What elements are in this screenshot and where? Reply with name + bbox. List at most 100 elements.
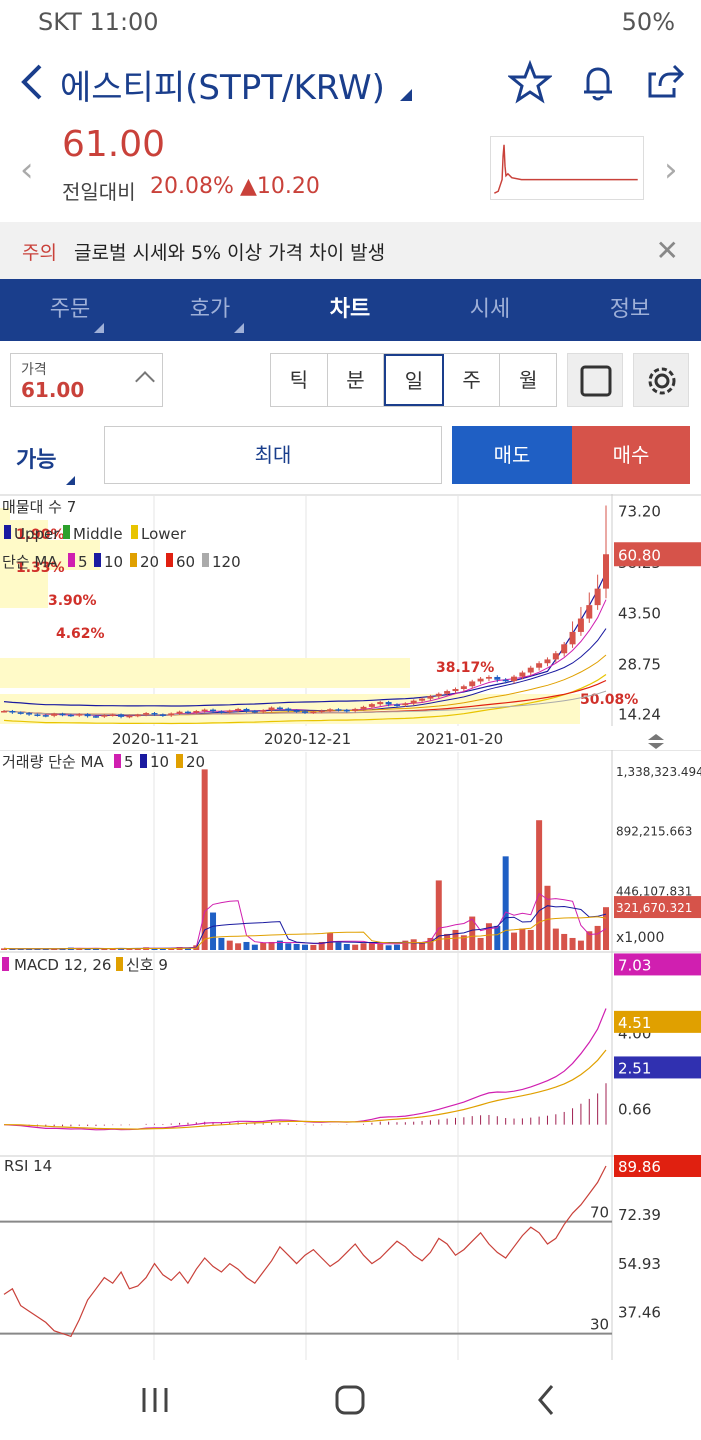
volume-bar	[536, 820, 543, 950]
candle-body	[402, 703, 409, 706]
bell-icon[interactable]	[576, 60, 620, 104]
home-button[interactable]	[325, 1380, 375, 1420]
profile-label: 3.90%	[48, 593, 97, 609]
price-y-tick: 73.20	[618, 503, 661, 521]
volume-profile-band	[0, 658, 410, 688]
sell-button[interactable]: 매도	[452, 426, 572, 484]
legend-bollinger-item: Upper	[14, 525, 60, 543]
candle-body	[494, 676, 501, 680]
legend-bollinger-item: Middle	[73, 525, 123, 543]
buy-button[interactable]: 매수	[572, 426, 690, 484]
volume-y-tick: 892,215.663	[616, 825, 692, 839]
volume-bar	[594, 925, 601, 950]
legend-ma-title: 단순 MA	[2, 553, 58, 571]
candle-body	[368, 704, 375, 707]
next-coin-icon[interactable]: ›	[664, 150, 678, 190]
candle-body	[251, 711, 258, 713]
chart-controls: 가격 61.00 틱 분 일 주 월	[0, 341, 701, 416]
legend-ma-item: 120	[212, 553, 241, 571]
close-icon[interactable]: ✕	[656, 234, 679, 267]
volume-bar	[377, 943, 384, 950]
period-tick-button[interactable]: 틱	[271, 354, 328, 406]
legend-ma-item: 20	[140, 553, 159, 571]
tab-info-label: 정보	[609, 297, 651, 322]
date-x-label: 2020-11-21	[112, 730, 199, 748]
candle-body	[193, 711, 200, 713]
volume-bar	[410, 939, 417, 950]
prev-coin-icon[interactable]: ‹	[20, 150, 34, 190]
candle-body	[569, 631, 576, 645]
volume-bar	[502, 856, 509, 950]
candle-body	[327, 709, 334, 711]
chevron-left-icon	[21, 64, 42, 100]
period-month-button[interactable]: 월	[500, 354, 556, 406]
candle-body	[561, 644, 568, 654]
square-icon	[580, 365, 612, 397]
tab-info[interactable]: 정보	[560, 279, 700, 341]
volume-bar	[385, 945, 392, 950]
legend-swatch	[2, 957, 9, 971]
volume-bar	[360, 943, 367, 950]
volume-bar	[335, 942, 342, 950]
candle-body	[544, 659, 551, 664]
macd-signal-legend: 신호 9	[126, 956, 168, 974]
period-minute-button[interactable]: 분	[328, 354, 385, 406]
status-battery: 50%	[621, 8, 675, 36]
macd-value-tag-label: 2.51	[618, 1059, 651, 1077]
coin-title[interactable]: 에스티피(STPT/KRW)	[60, 60, 412, 109]
volume-bar	[519, 928, 526, 950]
order-bar: 가능 최대 매도 매수	[0, 416, 701, 494]
candle-body	[335, 709, 342, 711]
status-bar: SKT 11:00 50%	[0, 0, 701, 46]
candle-body	[59, 713, 66, 716]
volume-bar	[569, 937, 576, 950]
profile-label: 4.62%	[56, 626, 105, 642]
back-button[interactable]	[14, 60, 54, 104]
candle-body	[419, 698, 426, 701]
legend-swatch	[130, 553, 137, 567]
candle-body	[527, 667, 534, 673]
tab-order[interactable]: 주문	[0, 279, 140, 341]
legend-ma-item: 60	[176, 553, 195, 571]
fullscreen-button[interactable]	[567, 353, 623, 407]
volume-bar	[293, 943, 300, 950]
max-button[interactable]: 최대	[104, 426, 442, 484]
candle-body	[67, 714, 74, 717]
rsi-y-tick: 37.46	[618, 1304, 661, 1322]
volume-bar	[285, 943, 292, 950]
back-nav-button[interactable]	[522, 1380, 572, 1420]
legend-swatch	[68, 553, 75, 567]
star-icon[interactable]	[506, 59, 554, 104]
volume-bar	[444, 933, 451, 950]
candle-body	[276, 707, 283, 710]
candle-body	[42, 715, 49, 717]
legend-volume-profile: 매물대 수 7	[2, 498, 76, 516]
compare-label: 전일대비	[62, 180, 136, 204]
candle-body	[586, 605, 593, 619]
legend-swatch	[63, 525, 70, 539]
recent-apps-button[interactable]	[130, 1380, 180, 1420]
candle-body	[285, 708, 292, 711]
profile-label: 38.17%	[436, 660, 494, 676]
volume-bar	[218, 937, 225, 950]
gear-icon	[648, 367, 676, 395]
volume-unit: x1,000	[616, 930, 664, 946]
available-button[interactable]: 가능	[16, 442, 56, 474]
volume-bar	[201, 769, 208, 950]
settings-button[interactable]	[633, 353, 689, 407]
price-selector[interactable]: 가격 61.00	[10, 353, 163, 407]
period-day-button[interactable]: 일	[384, 354, 444, 406]
tab-market-label: 시세	[469, 297, 511, 322]
tab-chart[interactable]: 차트	[280, 279, 420, 341]
candle-body	[235, 708, 242, 711]
price-y-tick: 14.24	[618, 705, 661, 723]
price-chart[interactable]: 1.90%1.33%3.90%4.62%38.17%50.08%매물대 수 7U…	[0, 494, 701, 1360]
tab-market[interactable]: 시세	[420, 279, 560, 341]
candle-body	[460, 686, 467, 689]
period-week-button[interactable]: 주	[444, 354, 501, 406]
legend-swatch	[116, 957, 123, 971]
volume-bar	[260, 942, 267, 950]
candle-body	[469, 681, 476, 687]
tab-orderbook[interactable]: 호가	[140, 279, 280, 341]
share-icon[interactable]	[644, 60, 688, 104]
